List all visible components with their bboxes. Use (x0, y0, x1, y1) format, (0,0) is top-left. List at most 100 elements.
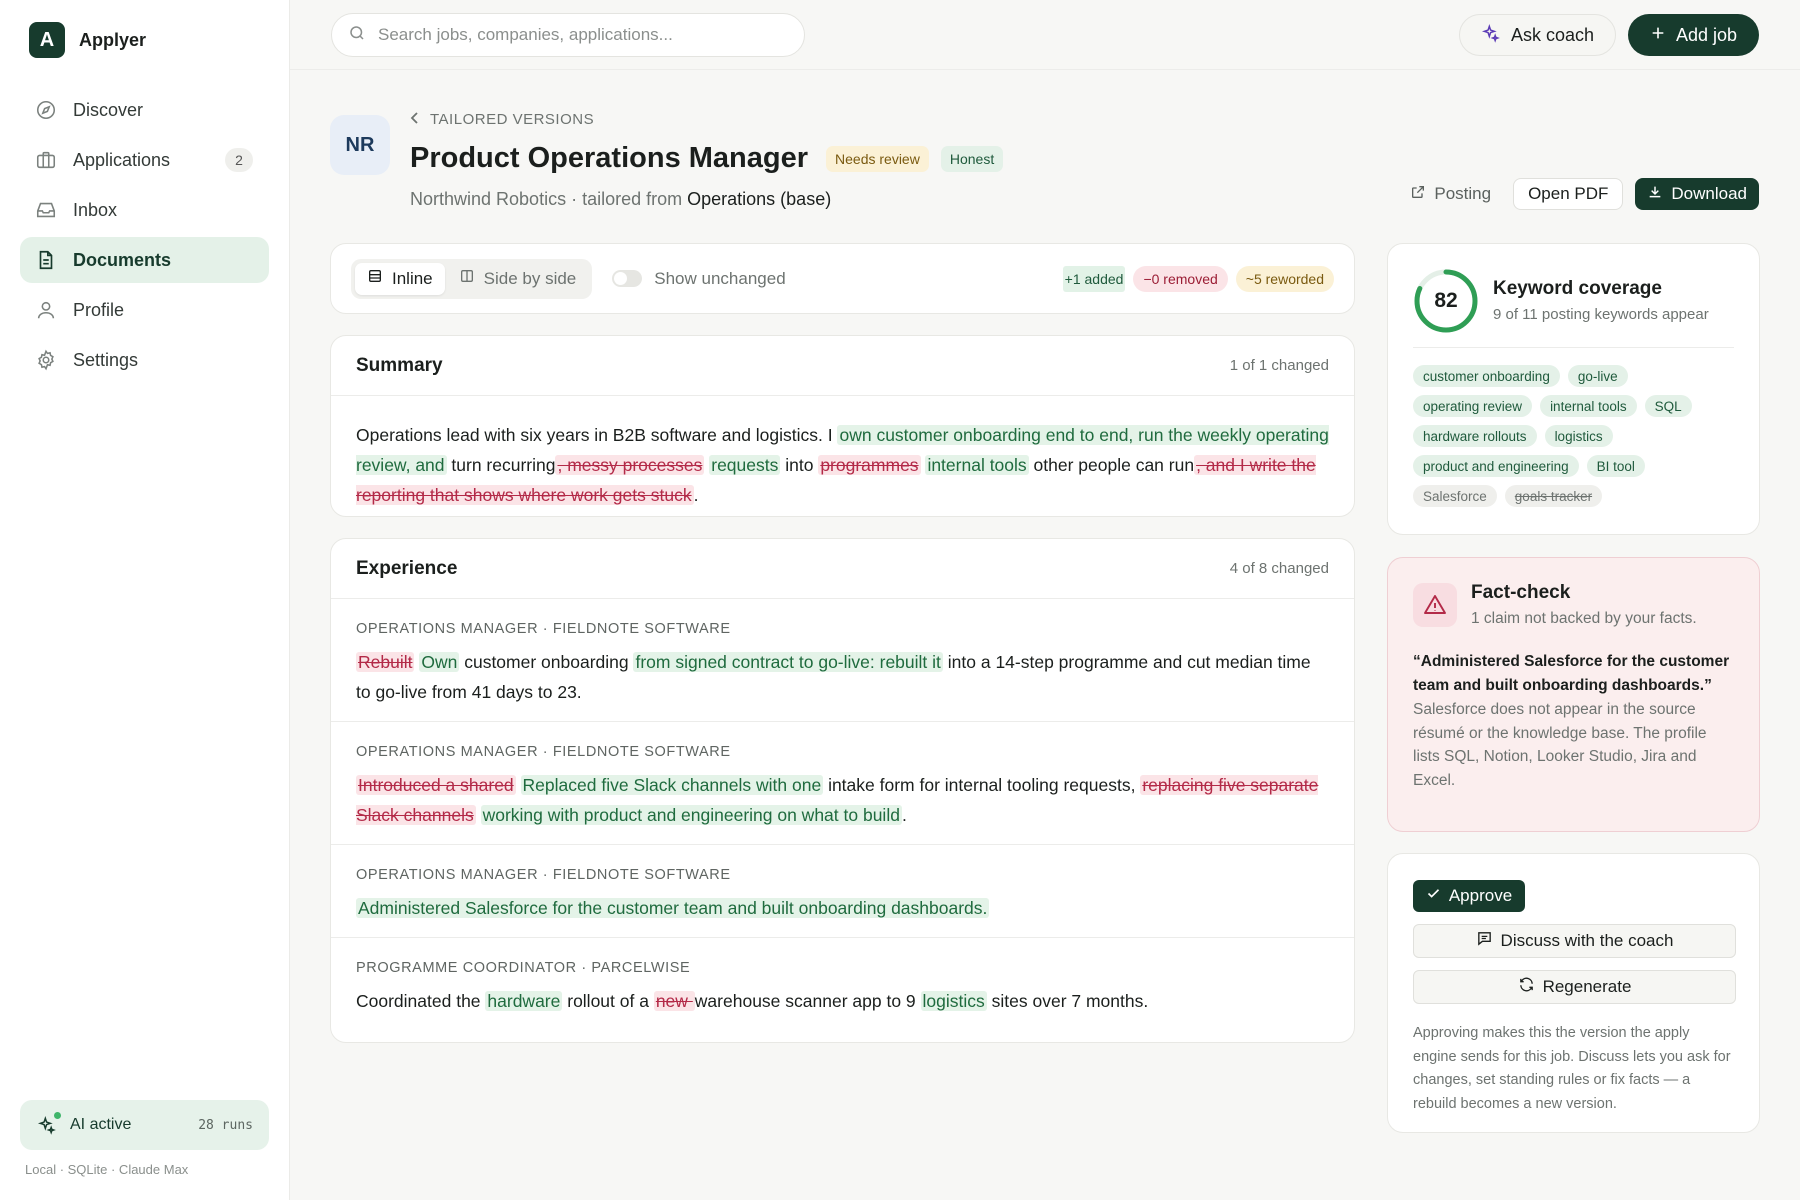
approval-help-text: Approving makes this the version the app… (1413, 1025, 1731, 1112)
regenerate-button[interactable]: Regenerate (1413, 970, 1736, 1004)
plus-icon (1650, 25, 1666, 46)
keyword-coverage-card: 82 Keyword coverage 9 of 11 posting keyw… (1387, 243, 1760, 535)
added-text: hardware (485, 991, 563, 1011)
added-text: working with product and engineering on … (480, 805, 902, 825)
fact-check-title: Fact-check (1471, 582, 1571, 603)
nav-label: Documents (73, 249, 172, 270)
section-change-count: 4 of 8 changed (1229, 560, 1329, 577)
unchanged-text: warehouse scanner app to 9 (694, 991, 921, 1011)
nav-label: Settings (73, 349, 139, 370)
bullet-role: OPERATIONS MANAGER · FIELDNOTE SOFTWARE (356, 867, 731, 883)
unchanged-text: turn recurring (446, 455, 556, 475)
keyword-chip-matched: internal tools (1540, 395, 1637, 417)
discuss-label: Discuss with the coach (1500, 931, 1674, 950)
download-button[interactable]: Download (1635, 178, 1759, 210)
keyword-chip-matched: BI tool (1586, 455, 1645, 477)
ai-status-label: AI active (70, 1116, 132, 1133)
view-mode-switch: Inline Side by side (351, 258, 593, 299)
sparkle-icon (36, 1111, 62, 1136)
nav-item-settings[interactable]: Settings (20, 337, 269, 383)
toggle-switch[interactable] (612, 270, 643, 287)
added-text: requests (709, 455, 781, 475)
keyword-coverage-title: Keyword coverage (1493, 278, 1662, 299)
gear-icon (35, 349, 57, 371)
company-source: Northwind Robotics · tailored from (410, 189, 683, 209)
divider (290, 69, 1800, 70)
side-by-side-button[interactable]: Side by side (447, 263, 589, 295)
company-avatar: NR (330, 115, 390, 175)
download-label: Download (1671, 184, 1747, 203)
page-subtitle: Northwind Robotics · tailored from Opera… (410, 189, 831, 210)
fact-check-header: Fact-check 1 claim not backed by your fa… (1413, 582, 1734, 628)
search-input[interactable] (378, 25, 778, 45)
experience-bullet: OPERATIONS MANAGER · FIELDNOTE SOFTWARE … (331, 722, 1354, 845)
unchanged-text: rollout of a (562, 991, 654, 1011)
ai-status-card[interactable]: AI active 28 runs (20, 1100, 269, 1150)
approve-label: Approve (1448, 886, 1513, 905)
inline-label: Inline (392, 268, 433, 288)
ask-coach-button[interactable]: Ask coach (1459, 14, 1616, 56)
briefcase-icon (35, 149, 57, 171)
inline-view-button[interactable]: Inline (355, 262, 445, 295)
summary-section: Summary 1 of 1 changed Operations lead w… (330, 335, 1355, 517)
nav-item-profile[interactable]: Profile (20, 287, 269, 333)
fact-check-subtitle: 1 claim not backed by your facts. (1471, 610, 1697, 627)
search-bar[interactable] (331, 13, 805, 57)
posting-label: Posting (1434, 184, 1492, 203)
sidebar: A Applyer Discover Applications 2 Inbox (0, 0, 290, 1200)
unchanged-text: into (780, 455, 819, 475)
removed-text: programmes (818, 455, 921, 475)
breadcrumb-label: TAILORED VERSIONS (430, 111, 595, 128)
section-header: Experience 4 of 8 changed (331, 539, 1354, 599)
removed-text: , messy processes (555, 455, 705, 475)
page-title: Product Operations Manager (410, 142, 809, 174)
unchanged-text: other people can run (1028, 455, 1195, 475)
keyword-chip-matched: hardware rollouts (1413, 425, 1537, 447)
flagged-claim: “Administered Salesforce for the custome… (1413, 653, 1730, 694)
nav-item-applications[interactable]: Applications 2 (20, 137, 269, 183)
footer-meta: Local · SQLite · Claude Max (25, 1162, 189, 1177)
keyword-coverage-subtitle: 9 of 11 posting keywords appear (1493, 306, 1709, 323)
header-actions: Posting Open PDF Download (1400, 178, 1759, 210)
nav-item-discover[interactable]: Discover (20, 87, 269, 133)
approve-button[interactable]: Approve (1413, 880, 1525, 912)
check-icon (1426, 886, 1441, 906)
show-unchanged-toggle[interactable]: Show unchanged (612, 268, 786, 289)
keyword-chip-matched: SQL (1644, 395, 1692, 417)
posting-button[interactable]: Posting (1400, 178, 1501, 210)
bullet-role: OPERATIONS MANAGER · FIELDNOTE SOFTWARE (356, 621, 731, 637)
app-logo: A (29, 22, 65, 58)
add-job-button[interactable]: Add job (1628, 14, 1759, 56)
bullet-text: Introduced a shared Replaced five Slack … (356, 770, 1329, 844)
added-text: internal tools (925, 455, 1029, 475)
unchanged-text: Coordinated the (356, 991, 486, 1011)
nav-label: Discover (73, 99, 144, 120)
brand[interactable]: A Applyer (29, 22, 146, 58)
sparkle-icon (1481, 23, 1501, 48)
bullet-text: Administered Salesforce for the customer… (356, 893, 1329, 937)
open-pdf-button[interactable]: Open PDF (1513, 178, 1624, 210)
added-text: from signed contract to go-live: rebuilt… (633, 652, 943, 672)
keyword-chip-matched: product and engineering (1413, 455, 1579, 477)
nav-item-documents[interactable]: Documents (20, 237, 269, 283)
base-version-link[interactable]: Operations (base) (687, 189, 831, 209)
added-text: logistics (920, 991, 987, 1011)
show-unchanged-label: Show unchanged (654, 268, 786, 288)
needs-review-badge: Needs review (826, 145, 929, 172)
inbox-icon (35, 199, 57, 221)
breadcrumb-back[interactable]: TAILORED VERSIONS (410, 111, 594, 128)
bullet-role: PROGRAMME COORDINATOR · PARCELWISE (356, 960, 691, 976)
discuss-with-coach-button[interactable]: Discuss with the coach (1413, 924, 1736, 958)
experience-section: Experience 4 of 8 changed OPERATIONS MAN… (330, 538, 1355, 1043)
download-icon (1647, 184, 1663, 205)
keyword-chip-missing: Salesforce (1413, 485, 1497, 507)
keyword-chip-missing: goals tracker (1504, 485, 1603, 507)
unchanged-text: . (901, 805, 907, 825)
removed-text: Rebuilt (356, 652, 415, 672)
ai-runs-count: 28 runs (198, 1117, 253, 1133)
warning-icon (1413, 583, 1457, 627)
keyword-chip-matched: logistics (1544, 425, 1613, 447)
rows-icon (367, 268, 383, 289)
nav-item-inbox[interactable]: Inbox (20, 187, 269, 233)
honest-badge: Honest (940, 145, 1004, 172)
